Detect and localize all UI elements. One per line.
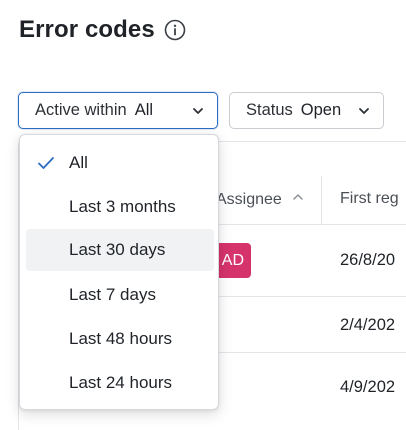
status-filter[interactable]: Status Open xyxy=(229,92,384,129)
page-title: Error codes xyxy=(19,16,155,43)
checkmark-icon xyxy=(37,155,55,171)
error-codes-page: Error codes Active within All Status Ope… xyxy=(0,0,406,430)
first-registered-cell: 26/8/20 xyxy=(340,251,396,269)
status-value: Open xyxy=(300,101,342,119)
option-label: Last 7 days xyxy=(69,285,156,304)
option-last-7-days[interactable]: Last 7 days xyxy=(26,274,214,316)
assignee-header-label: Assignee xyxy=(216,190,282,208)
first-registered-cell: 2/4/202 xyxy=(340,316,396,334)
column-header-assignee[interactable]: Assignee xyxy=(216,190,305,209)
active-within-filter[interactable]: Active within All xyxy=(18,92,218,129)
active-within-label: Active within xyxy=(35,101,127,119)
option-last-3-months[interactable]: Last 3 months xyxy=(26,186,214,228)
option-label: Last 30 days xyxy=(69,240,166,259)
option-last-24-hours[interactable]: Last 24 hours xyxy=(26,362,214,404)
option-label: Last 3 months xyxy=(69,197,176,216)
column-header-first-registered[interactable]: First reg xyxy=(340,190,399,208)
option-last-30-days[interactable]: Last 30 days xyxy=(26,229,214,271)
active-within-value: All xyxy=(134,101,154,119)
title-row: Error codes xyxy=(19,16,186,44)
chevron-down-icon xyxy=(191,104,205,118)
option-label: Last 48 hours xyxy=(69,329,173,348)
chevron-up-icon xyxy=(291,190,305,209)
option-last-48-hours[interactable]: Last 48 hours xyxy=(26,318,214,360)
column-divider xyxy=(321,176,322,224)
option-label: All xyxy=(69,153,88,172)
chevron-down-icon xyxy=(357,104,371,118)
info-icon[interactable] xyxy=(164,19,186,41)
status-label: Status xyxy=(246,101,293,119)
option-label: Last 24 hours xyxy=(69,373,173,392)
active-within-dropdown: All Last 3 months Last 30 days Last 7 da… xyxy=(19,134,219,410)
first-registered-cell: 4/9/202 xyxy=(340,378,396,396)
option-all[interactable]: All xyxy=(26,142,214,184)
